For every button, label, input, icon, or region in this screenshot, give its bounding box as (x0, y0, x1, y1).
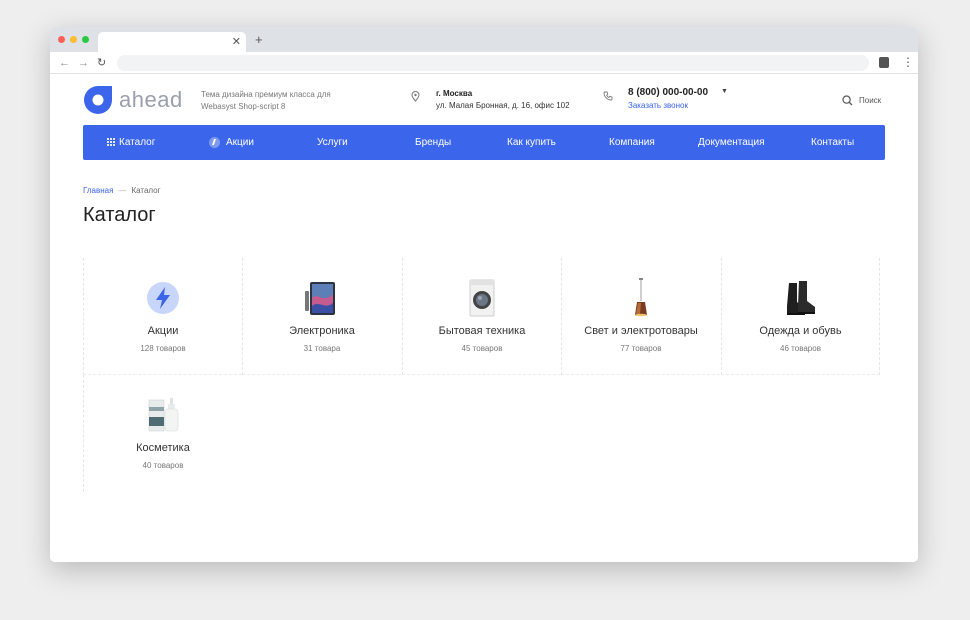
browser-menu-icon[interactable]: ⋮ (902, 55, 914, 69)
close-tab-icon[interactable]: ✕ (232, 34, 241, 50)
browser-tab-bar: ✕ + (50, 27, 918, 52)
address-bar[interactable] (117, 55, 869, 71)
nav-item-company[interactable]: Компания (609, 125, 655, 160)
category-name: Одежда и обувь (759, 325, 842, 337)
phone-icon (603, 91, 613, 101)
category-count: 40 товаров (142, 461, 184, 470)
minimize-window-dot[interactable] (70, 36, 77, 43)
nav-item-how-to-buy[interactable]: Как купить (507, 125, 556, 160)
search-link[interactable]: Поиск (859, 96, 881, 105)
category-count: 31 товара (303, 344, 341, 353)
nav-item-documentation[interactable]: Документация (698, 125, 765, 160)
category-card[interactable]: Косметика 40 товаров (83, 375, 242, 492)
nav-item-promotions[interactable]: Акции (209, 125, 254, 160)
category-name: Свет и электротовары (584, 325, 698, 337)
washing-machine-icon (469, 279, 495, 317)
category-card[interactable]: Свет и электротовары 77 товаров (561, 258, 720, 375)
site-tagline: Тема дизайна премиум класса для Webasyst… (201, 90, 331, 111)
search-icon[interactable] (842, 95, 853, 106)
browser-window: ✕ + ← → ↻ ⋮ ahead Тема дизайна премиум к… (50, 27, 918, 562)
category-card[interactable]: Акции 128 товаров (83, 258, 242, 375)
store-address: ул. Малая Бронная, д. 16, офис 102 (436, 101, 570, 110)
category-card[interactable]: Бытовая техника 45 товаров (402, 258, 561, 375)
logo-text: ahead (119, 87, 183, 112)
category-name: Бытовая техника (438, 325, 526, 337)
web-page: ahead Тема дизайна премиум класса для We… (50, 75, 918, 562)
logo-mark-icon (84, 86, 112, 114)
chevron-down-icon[interactable]: ▼ (721, 88, 728, 95)
category-grid: Акции 128 товаров Электроника 31 товара (83, 258, 881, 492)
nav-item-brands[interactable]: Бренды (415, 125, 451, 160)
category-name: Электроника (289, 325, 355, 337)
nav-item-catalog[interactable]: Каталог (107, 125, 155, 160)
breadcrumb-home-link[interactable]: Главная (83, 186, 113, 195)
category-card[interactable]: Электроника 31 товара (242, 258, 401, 375)
location-pin-icon (411, 91, 420, 102)
grid-icon (107, 138, 115, 147)
cosmetics-icon (148, 398, 179, 432)
nav-item-label: Акции (226, 137, 254, 148)
nav-item-contacts[interactable]: Контакты (811, 125, 854, 160)
browser-toolbar: ← → ↻ ⋮ (50, 52, 918, 74)
store-city: г. Москва (436, 89, 473, 98)
back-icon[interactable]: ← (59, 56, 70, 70)
callback-link[interactable]: Заказать звонок (628, 101, 688, 110)
maximize-window-dot[interactable] (82, 36, 89, 43)
category-count: 128 товаров (140, 344, 186, 353)
category-card[interactable]: Одежда и обувь 46 товаров (721, 258, 880, 375)
tablet-icon (305, 282, 335, 315)
reload-icon[interactable]: ↻ (97, 56, 106, 70)
category-count: 45 товаров (461, 344, 503, 353)
category-name: Косметика (136, 442, 190, 454)
forward-icon[interactable]: → (78, 56, 89, 70)
page-title: Каталог (83, 204, 156, 226)
main-navigation: Каталог Акции Услуги Бренды Как купить К… (83, 125, 885, 160)
breadcrumb: Главная — Каталог (83, 186, 161, 195)
new-tab-icon[interactable]: + (255, 33, 263, 47)
lightning-icon (209, 136, 220, 148)
category-count: 77 товаров (620, 344, 662, 353)
pendant-lamp-icon (635, 278, 647, 317)
breadcrumb-separator: — (118, 186, 127, 195)
close-window-dot[interactable] (58, 36, 65, 43)
nav-item-services[interactable]: Услуги (317, 125, 348, 160)
breadcrumb-current: Каталог (131, 186, 161, 195)
nav-item-label: Каталог (119, 137, 156, 148)
category-name: Акции (147, 325, 179, 337)
category-count: 46 товаров (780, 344, 821, 353)
boots-icon (786, 281, 815, 315)
lightning-icon (147, 282, 179, 314)
phone-number[interactable]: 8 (800) 000-00-00 (628, 87, 708, 98)
browser-tab[interactable]: ✕ (98, 32, 246, 52)
profile-icon[interactable] (879, 57, 889, 68)
